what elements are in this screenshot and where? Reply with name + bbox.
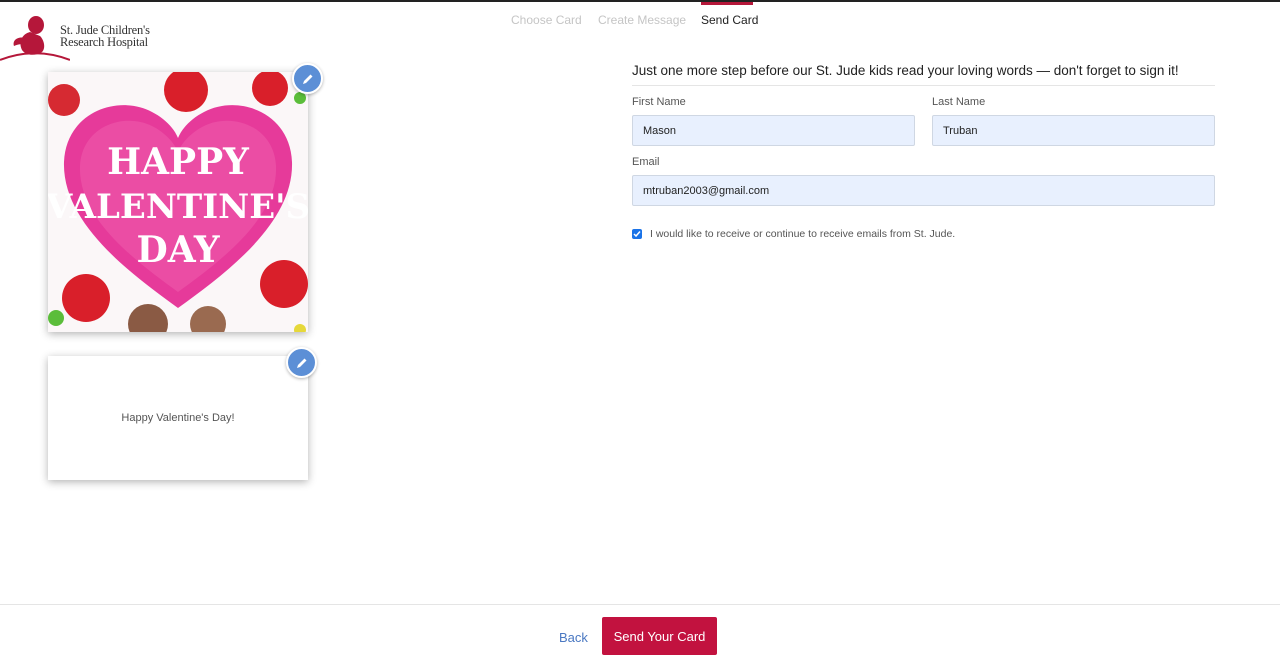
card-front-line-3: DAY bbox=[136, 229, 220, 271]
logo-line-2: Research Hospital bbox=[60, 35, 148, 49]
edit-message-button[interactable] bbox=[286, 347, 317, 378]
pencil-icon bbox=[302, 74, 312, 84]
email-input[interactable] bbox=[632, 175, 1215, 206]
checkmark-icon bbox=[633, 231, 641, 238]
card-front-line-2: VALENTINE'S bbox=[48, 187, 308, 227]
form-title: Just one more step before our St. Jude k… bbox=[632, 63, 1179, 78]
email-opt-in-checkbox[interactable] bbox=[632, 229, 642, 239]
email-opt-in-label[interactable]: I would like to receive or continue to r… bbox=[650, 228, 955, 240]
edit-front-button[interactable] bbox=[292, 63, 323, 94]
step-choose-card[interactable]: Choose Card bbox=[511, 13, 582, 27]
card-front-line-1: HAPPY bbox=[107, 141, 250, 183]
pencil-icon bbox=[296, 358, 306, 368]
form-divider bbox=[632, 85, 1215, 86]
inside-message-text: Happy Valentine's Day! bbox=[121, 412, 235, 424]
valentine-heart-artwork: HAPPY VALENTINE'S DAY bbox=[48, 72, 308, 332]
step-navigation: Choose Card Create Message Send Card bbox=[0, 2, 1280, 34]
back-button[interactable]: Back bbox=[559, 630, 588, 645]
email-label: Email bbox=[632, 156, 660, 168]
step-create-message[interactable]: Create Message bbox=[598, 13, 686, 27]
active-step-indicator bbox=[701, 2, 753, 5]
last-name-input[interactable] bbox=[932, 115, 1215, 146]
step-send-card[interactable]: Send Card bbox=[701, 13, 758, 27]
send-card-button[interactable]: Send Your Card bbox=[602, 617, 717, 655]
footer-divider bbox=[0, 604, 1280, 605]
card-front-image: HAPPY VALENTINE'S DAY bbox=[48, 72, 308, 332]
card-inside-message: Happy Valentine's Day! bbox=[48, 356, 308, 480]
first-name-label: First Name bbox=[632, 96, 686, 108]
first-name-input[interactable] bbox=[632, 115, 915, 146]
last-name-label: Last Name bbox=[932, 96, 986, 108]
email-opt-in-row: I would like to receive or continue to r… bbox=[632, 228, 955, 240]
